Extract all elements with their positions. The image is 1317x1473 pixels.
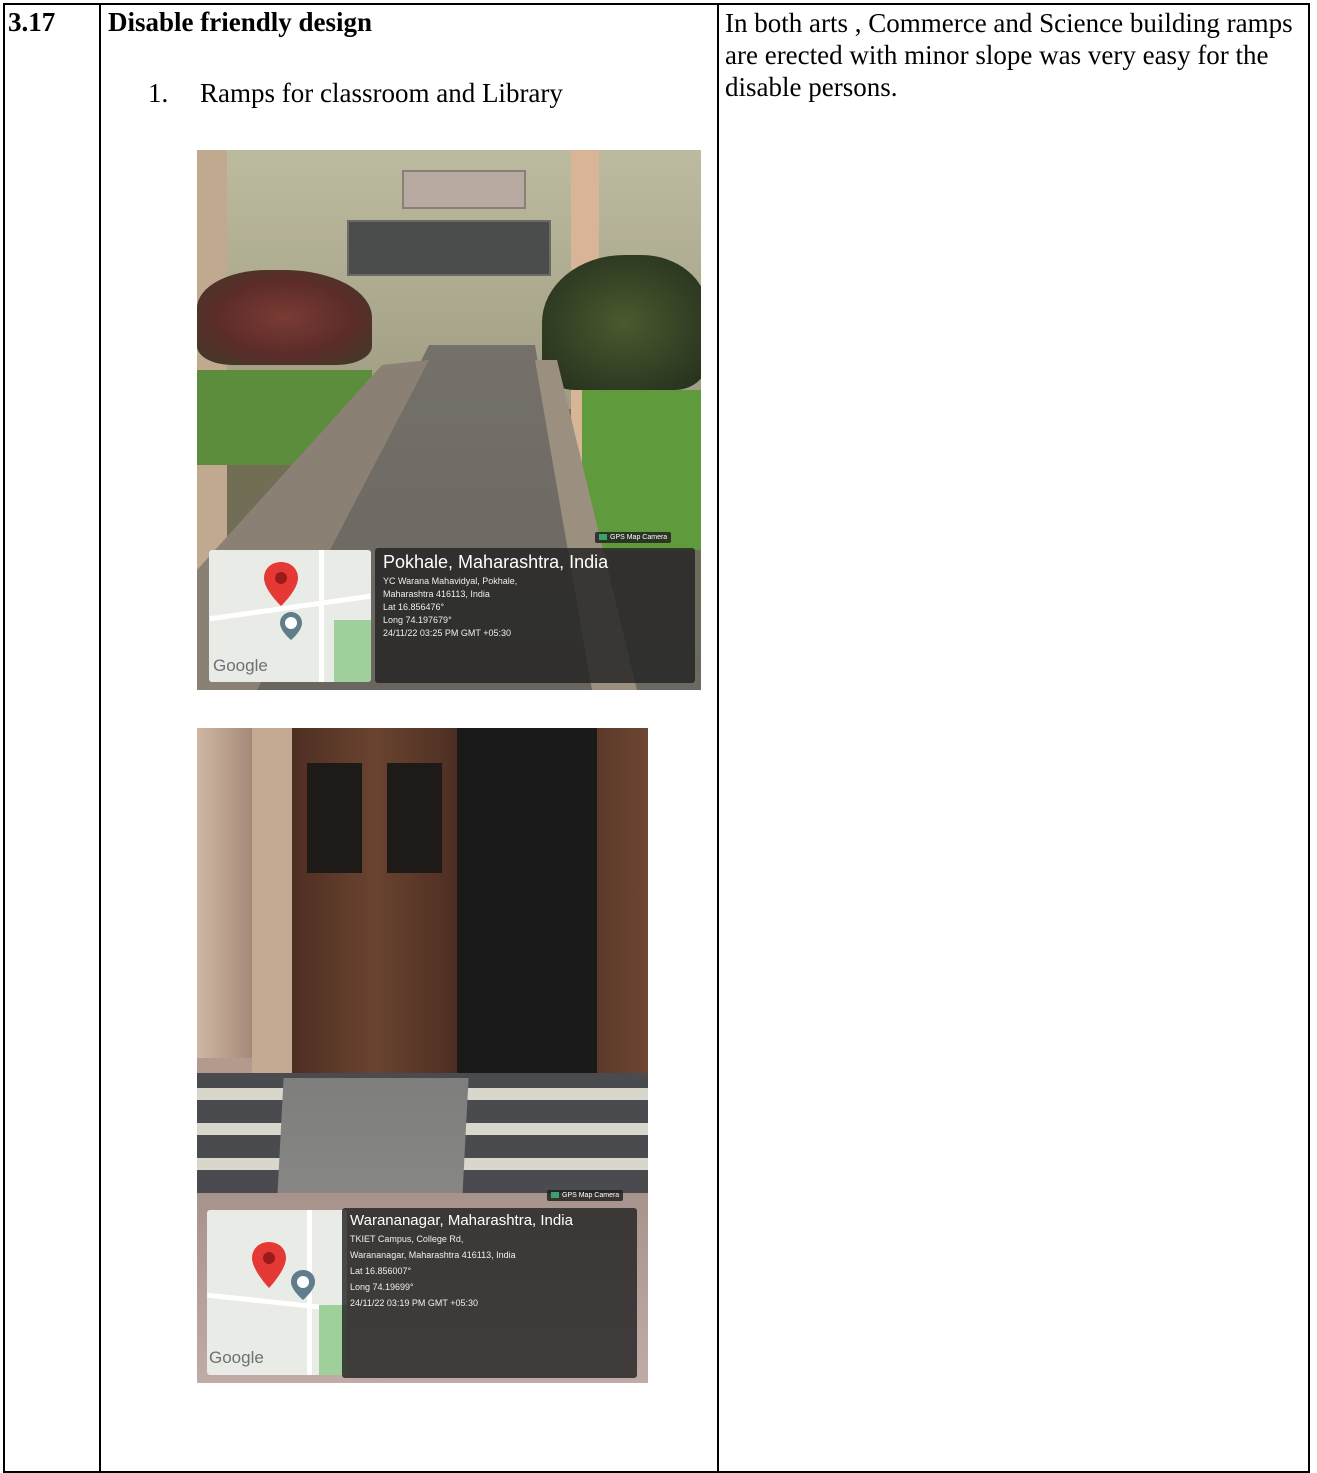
latitude: Lat 16.856007° xyxy=(350,1266,412,1276)
list-item-number: 1. xyxy=(148,78,169,108)
place-pin-icon xyxy=(280,612,302,640)
location-title: Warananagar, Maharashtra, India xyxy=(350,1212,573,1229)
google-logo: Google xyxy=(213,656,268,675)
list-item: 1. Ramps for classroom and Library xyxy=(148,78,563,109)
longitude: Long 74.19699° xyxy=(350,1282,414,1292)
camera-icon xyxy=(599,534,607,541)
address-line-1: YC Warana Mahavidyal, Pokhale, xyxy=(383,576,518,586)
map-thumbnail: Google xyxy=(209,550,371,682)
gps-camera-tag: GPS Map Camera xyxy=(595,532,672,543)
map-pin-icon xyxy=(252,1242,286,1288)
longitude: Long 74.197679° xyxy=(383,615,452,625)
criterion-number: 3.17 xyxy=(3,3,101,1473)
address-line-2: Warananagar, Maharashtra 416113, India xyxy=(350,1250,516,1260)
map-thumbnail: Google xyxy=(207,1210,347,1375)
map-pin-icon xyxy=(264,562,298,606)
latitude: Lat 16.856476° xyxy=(383,602,445,612)
gps-info-panel: Pokhale, Maharashtra, India YC Warana Ma… xyxy=(375,548,695,683)
description-cell: In both arts , Commerce and Science buil… xyxy=(717,3,1310,1473)
gps-info-panel: Warananagar, Maharashtra, India TKIET Ca… xyxy=(342,1208,637,1378)
address-line-1: TKIET Campus, College Rd, xyxy=(350,1234,464,1244)
ramp-photo-2: GPS Map Camera Google Warananagar, Mahar… xyxy=(197,728,648,1383)
place-pin-icon xyxy=(291,1270,315,1300)
location-title: Pokhale, Maharashtra, India xyxy=(383,552,609,572)
address-line-2: Maharashtra 416113, India xyxy=(383,589,490,599)
list-item-label: Ramps for classroom and Library xyxy=(200,78,563,108)
ramp-photo-1: GPS Map Camera Google Pokhale, Maharasht… xyxy=(197,150,701,690)
google-logo: Google xyxy=(209,1348,264,1367)
gps-camera-tag: GPS Map Camera xyxy=(547,1190,624,1201)
description-text: In both arts , Commerce and Science buil… xyxy=(725,8,1293,102)
timestamp: 24/11/22 03:25 PM GMT +05:30 xyxy=(383,628,511,638)
camera-icon xyxy=(551,1192,559,1199)
criterion-title: Disable friendly design xyxy=(108,7,373,37)
timestamp: 24/11/22 03:19 PM GMT +05:30 xyxy=(350,1298,478,1308)
